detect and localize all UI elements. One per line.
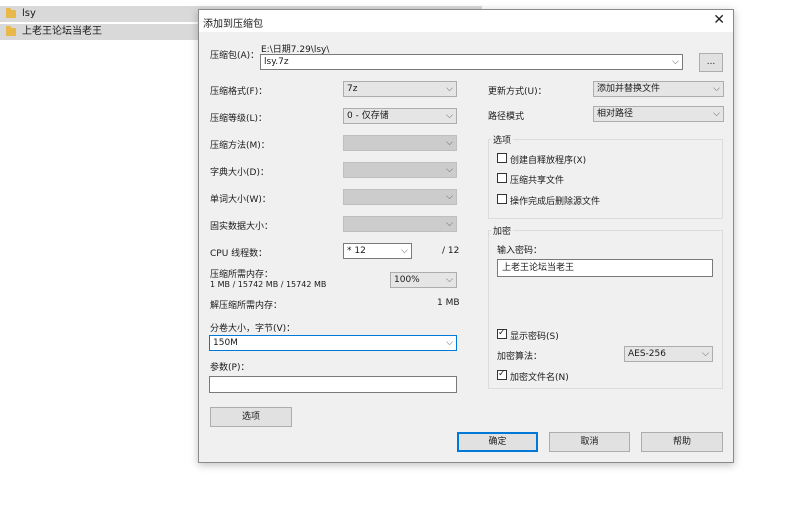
password-label: 输入密码：	[497, 246, 543, 256]
chevron-down-icon: ⌵	[446, 84, 453, 94]
cpu-label: CPU 线程数：	[210, 249, 268, 259]
update-select[interactable]: 添加并替换文件 ⌵	[593, 81, 724, 97]
decomp-label: 解压缩所需内存：	[210, 301, 283, 311]
params-label: 参数(P)：	[210, 363, 250, 373]
encryption-group-title: 加密	[491, 224, 514, 237]
level-value: 0 - 仅存储	[347, 111, 389, 121]
options-button[interactable]: 选项	[210, 407, 292, 427]
mem-detail: 1 MB / 15742 MB / 15742 MB	[210, 280, 327, 289]
encrypt-names-label: 加密文件名(N)	[510, 373, 569, 383]
params-input[interactable]	[209, 376, 457, 393]
chevron-down-icon: ⌵	[713, 109, 720, 119]
level-select[interactable]: 0 - 仅存储 ⌵	[343, 108, 457, 124]
list-item-label: lsy	[22, 8, 36, 19]
enc-method-value: AES-256	[628, 349, 666, 359]
add-to-archive-dialog: 添加到压缩包 ✕ 压缩包(A)： E:\日期7.29\lsy\ lsy.7z ⌵…	[198, 9, 734, 463]
dialog-title: 添加到压缩包	[203, 19, 263, 30]
cpu-value: * 12	[347, 246, 366, 256]
update-label: 更新方式(U)：	[488, 87, 547, 97]
volume-label: 分卷大小，字节(V)：	[210, 324, 296, 334]
ok-button[interactable]: 确定	[457, 432, 538, 452]
shared-checkbox[interactable]	[497, 173, 507, 183]
chevron-down-icon: ⌵	[446, 275, 453, 285]
volume-input[interactable]: 150M ⌵	[209, 335, 457, 351]
delete-source-checkbox[interactable]	[497, 194, 507, 204]
chevron-down-icon: ⌵	[446, 338, 453, 348]
help-button[interactable]: 帮助	[641, 432, 723, 452]
close-icon[interactable]: ✕	[713, 12, 725, 28]
format-select[interactable]: 7z ⌵	[343, 81, 457, 97]
path-mode-value: 相对路径	[597, 109, 634, 119]
chevron-down-icon: ⌵	[446, 219, 453, 229]
shared-label: 压缩共享文件	[510, 176, 565, 186]
chevron-down-icon: ⌵	[401, 246, 408, 256]
mem-label: 压缩所需内存：	[210, 270, 274, 280]
method-select[interactable]: ⌵	[343, 135, 457, 151]
mem-percent-select[interactable]: 100% ⌵	[390, 272, 457, 288]
word-select[interactable]: ⌵	[343, 189, 457, 205]
folder-icon	[6, 8, 16, 18]
mem-percent-value: 100%	[394, 275, 420, 285]
password-input[interactable]: 上老王论坛当老王	[497, 259, 713, 277]
chevron-down-icon: ⌵	[713, 84, 720, 94]
encrypt-names-checkbox[interactable]	[497, 369, 507, 380]
chevron-down-icon: ⌵	[672, 57, 679, 67]
cancel-button[interactable]: 取消	[549, 432, 630, 452]
chevron-down-icon: ⌵	[446, 165, 453, 175]
chevron-down-icon: ⌵	[702, 349, 709, 359]
delete-source-label: 操作完成后删除源文件	[510, 197, 601, 207]
update-value: 添加并替换文件	[597, 84, 661, 94]
archive-label: 压缩包(A)：	[210, 51, 260, 61]
chevron-down-icon: ⌵	[446, 138, 453, 148]
path-mode-select[interactable]: 相对路径 ⌵	[593, 106, 724, 122]
browse-button[interactable]: ...	[699, 53, 723, 72]
folder-icon	[6, 26, 16, 36]
title-bar: 添加到压缩包 ✕	[199, 10, 733, 32]
volume-value: 150M	[213, 338, 238, 348]
path-mode-label: 路径模式	[488, 112, 525, 122]
chevron-down-icon: ⌵	[446, 111, 453, 121]
dict-select[interactable]: ⌵	[343, 162, 457, 178]
method-label: 压缩方法(M)：	[210, 141, 270, 151]
decomp-value: 1 MB	[437, 298, 460, 308]
list-item-label: 上老王论坛当老王	[22, 26, 102, 37]
level-label: 压缩等级(L)：	[210, 114, 268, 124]
solid-label: 固实数据大小：	[210, 222, 274, 232]
list-item[interactable]: 上老王论坛当老王	[0, 24, 198, 40]
archive-name-value: lsy.7z	[264, 57, 289, 67]
archive-name-input[interactable]: lsy.7z ⌵	[260, 54, 683, 70]
sfx-label: 创建自释放程序(X)	[510, 156, 587, 166]
format-value: 7z	[347, 84, 358, 94]
sfx-checkbox[interactable]	[497, 153, 507, 163]
format-label: 压缩格式(F)：	[210, 87, 268, 97]
chevron-down-icon: ⌵	[446, 192, 453, 202]
enc-method-select[interactable]: AES-256 ⌵	[624, 346, 713, 362]
show-password-label: 显示密码(S)	[510, 332, 559, 342]
solid-select[interactable]: ⌵	[343, 216, 457, 232]
word-label: 单词大小(W)：	[210, 195, 271, 205]
options-group-title: 选项	[491, 133, 514, 146]
dict-label: 字典大小(D)：	[210, 168, 269, 178]
cpu-total: / 12	[442, 246, 460, 256]
enc-method-label: 加密算法：	[497, 352, 543, 362]
show-password-checkbox[interactable]	[497, 328, 507, 339]
cpu-select[interactable]: * 12 ⌵	[343, 243, 412, 259]
